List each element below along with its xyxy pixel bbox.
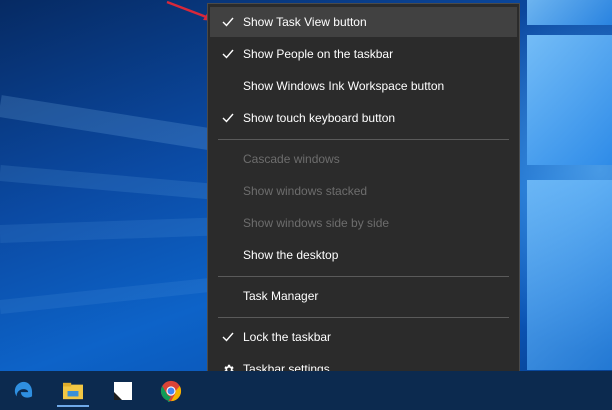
menu-item-task-manager[interactable]: Task Manager — [210, 281, 517, 311]
taskbar-context-menu: Show Task View button Show People on the… — [207, 3, 520, 393]
menu-item-label: Show the desktop — [243, 248, 339, 262]
menu-item-label: Show windows stacked — [243, 184, 368, 198]
menu-separator — [218, 139, 509, 140]
menu-item-show-task-view-button[interactable]: Show Task View button — [210, 7, 517, 37]
menu-item-label: Task Manager — [243, 289, 319, 303]
menu-item-show-windows-side-by-side: Show windows side by side — [210, 208, 517, 238]
chrome-icon[interactable] — [151, 375, 191, 407]
menu-item-label: Show Windows Ink Workspace button — [243, 79, 445, 93]
menu-separator — [218, 276, 509, 277]
wallpaper-light-beam — [0, 165, 240, 202]
menu-item-show-windows-stacked: Show windows stacked — [210, 176, 517, 206]
menu-item-show-windows-ink-workspace-button[interactable]: Show Windows Ink Workspace button — [210, 71, 517, 101]
menu-separator — [218, 317, 509, 318]
menu-item-show-people-on-taskbar[interactable]: Show People on the taskbar — [210, 39, 517, 69]
menu-item-label: Show touch keyboard button — [243, 111, 396, 125]
sticky-notes-icon[interactable] — [103, 375, 143, 407]
wallpaper-light-beam — [0, 216, 241, 243]
wallpaper-window-pane — [527, 0, 612, 25]
menu-item-cascade-windows: Cascade windows — [210, 144, 517, 174]
checkmark-icon — [221, 322, 235, 352]
active-app-indicator — [57, 405, 89, 407]
wallpaper-window-pane — [527, 180, 612, 370]
menu-item-show-touch-keyboard-button[interactable]: Show touch keyboard button — [210, 103, 517, 133]
menu-item-label: Cascade windows — [243, 152, 340, 166]
menu-item-show-the-desktop[interactable]: Show the desktop — [210, 240, 517, 270]
file-explorer-icon[interactable] — [53, 375, 93, 407]
menu-item-label: Lock the taskbar — [243, 330, 332, 344]
wallpaper-light-beam — [0, 274, 240, 314]
checkmark-icon — [221, 39, 235, 69]
edge-icon[interactable] — [4, 375, 44, 407]
wallpaper-window-pane — [527, 35, 612, 165]
wallpaper-light-beam — [0, 95, 239, 155]
menu-item-label: Show Task View button — [243, 15, 367, 29]
menu-item-label: Show windows side by side — [243, 216, 390, 230]
checkmark-icon — [221, 103, 235, 133]
checkmark-icon — [221, 7, 235, 37]
taskbar — [0, 371, 612, 410]
menu-item-lock-the-taskbar[interactable]: Lock the taskbar — [210, 322, 517, 352]
menu-item-label: Show People on the taskbar — [243, 47, 394, 61]
